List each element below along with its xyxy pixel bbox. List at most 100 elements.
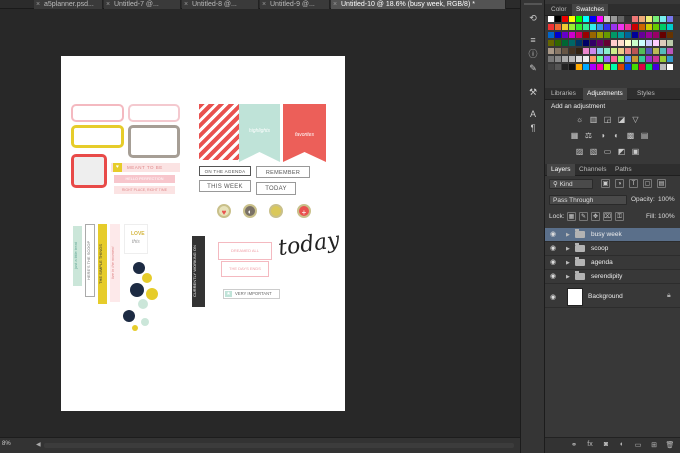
swatch[interactable] — [569, 48, 575, 54]
swatch[interactable] — [583, 56, 589, 62]
swatch[interactable] — [590, 48, 596, 54]
swatch[interactable] — [667, 32, 673, 38]
swatch[interactable] — [611, 48, 617, 54]
document-canvas[interactable]: ♥ MEANT TO BE HELLO PERFECTION RIGHT PLA… — [61, 56, 345, 411]
history-icon[interactable]: ⟲ — [526, 12, 540, 24]
visibility-eye-icon[interactable]: ◉ — [550, 245, 559, 252]
swatch[interactable] — [667, 24, 673, 30]
swatch-grid[interactable] — [548, 16, 676, 78]
swatch[interactable] — [590, 24, 596, 30]
close-icon[interactable]: × — [262, 0, 266, 9]
filter-pixel-icon[interactable]: ▣ — [601, 179, 610, 188]
swatch[interactable] — [653, 24, 659, 30]
lock-position-icon[interactable]: ✥ — [591, 212, 600, 221]
lock-image-icon[interactable]: ✎ — [579, 212, 588, 221]
character-icon[interactable]: A — [526, 108, 540, 120]
tab-channels[interactable]: Channels — [575, 164, 610, 176]
swatch[interactable] — [548, 56, 554, 62]
swatch[interactable] — [590, 56, 596, 62]
swatch[interactable] — [639, 24, 645, 30]
swatch[interactable] — [639, 48, 645, 54]
swatch[interactable] — [660, 56, 666, 62]
swatch[interactable] — [590, 32, 596, 38]
swatch[interactable] — [548, 40, 554, 46]
invert-icon[interactable]: ▨ — [575, 147, 584, 156]
layer-background[interactable]: ◉ Background 🔒︎ — [545, 286, 680, 308]
blend-mode-select[interactable]: Pass Through — [549, 195, 627, 205]
swatch[interactable] — [611, 56, 617, 62]
swatch[interactable] — [555, 40, 561, 46]
swatch[interactable] — [653, 40, 659, 46]
swatch[interactable] — [667, 64, 673, 70]
swatch[interactable] — [639, 40, 645, 46]
swatch[interactable] — [632, 16, 638, 22]
dock-grip[interactable] — [524, 3, 542, 5]
add-mask-icon[interactable]: ◙ — [601, 441, 611, 448]
tab-untitled-7[interactable]: × Untitled-7 @... — [104, 0, 181, 9]
filter-adjust-icon[interactable]: ◑ — [615, 179, 624, 188]
visibility-eye-icon[interactable]: ◉ — [550, 273, 559, 280]
swatch[interactable] — [576, 56, 582, 62]
swatch[interactable] — [562, 16, 568, 22]
tab-styles[interactable]: Styles — [633, 88, 659, 100]
swatch[interactable] — [583, 40, 589, 46]
swatch[interactable] — [562, 32, 568, 38]
swatch[interactable] — [569, 24, 575, 30]
swatch[interactable] — [653, 48, 659, 54]
color-balance-icon[interactable]: ⚖ — [584, 131, 593, 140]
swatch[interactable] — [576, 64, 582, 70]
tab-swatches[interactable]: Swatches — [572, 4, 609, 16]
swatch[interactable] — [646, 48, 652, 54]
black-white-icon[interactable]: ◑ — [598, 131, 607, 140]
kind-filter[interactable]: ⚲ Kind — [549, 179, 593, 189]
swatch[interactable] — [646, 24, 652, 30]
paragraph-icon[interactable]: ¶ — [526, 122, 540, 134]
swatch[interactable] — [569, 64, 575, 70]
close-icon[interactable]: × — [36, 0, 40, 9]
exposure-icon[interactable]: ◪ — [617, 115, 626, 124]
tab-layers[interactable]: Layers — [547, 164, 575, 176]
tab-untitled-10[interactable]: × Untitled-10 @ 18.6% (busy week, RGB/8) … — [331, 0, 506, 9]
swatch[interactable] — [618, 48, 624, 54]
swatch[interactable] — [590, 40, 596, 46]
swatch[interactable] — [632, 32, 638, 38]
swatch[interactable] — [618, 56, 624, 62]
swatch[interactable] — [639, 64, 645, 70]
brightness-icon[interactable]: ☼ — [575, 115, 584, 124]
swatch[interactable] — [660, 40, 666, 46]
filter-shape-icon[interactable]: ▢ — [643, 179, 652, 188]
swatch[interactable] — [576, 24, 582, 30]
horizontal-scrollbar[interactable] — [44, 443, 514, 448]
swatch[interactable] — [632, 24, 638, 30]
new-layer-icon[interactable]: ⊞ — [649, 441, 659, 449]
swatch[interactable] — [653, 32, 659, 38]
swatch[interactable] — [667, 56, 673, 62]
swatch[interactable] — [660, 32, 666, 38]
swatch[interactable] — [583, 16, 589, 22]
swatch[interactable] — [597, 16, 603, 22]
swatch[interactable] — [597, 48, 603, 54]
swatch[interactable] — [562, 56, 568, 62]
swatch[interactable] — [625, 56, 631, 62]
swatch[interactable] — [576, 16, 582, 22]
swatch[interactable] — [646, 56, 652, 62]
swatch[interactable] — [604, 40, 610, 46]
swatch[interactable] — [660, 16, 666, 22]
swatch[interactable] — [576, 48, 582, 54]
tab-untitled-8[interactable]: × Untitled-8 @... — [182, 0, 259, 9]
swatch[interactable] — [611, 24, 617, 30]
new-group-icon[interactable]: ▭ — [633, 441, 643, 449]
filter-type-icon[interactable]: T — [629, 179, 638, 188]
tab-a5planner[interactable]: × a5planner.psd... — [34, 0, 103, 9]
swatch[interactable] — [562, 64, 568, 70]
swatch[interactable] — [646, 16, 652, 22]
swatch[interactable] — [597, 64, 603, 70]
swatch[interactable] — [618, 24, 624, 30]
swatch[interactable] — [639, 56, 645, 62]
swatch[interactable] — [604, 64, 610, 70]
filter-smart-icon[interactable]: ▤ — [657, 179, 666, 188]
lock-transparent-icon[interactable]: ▦ — [567, 212, 576, 221]
swatch[interactable] — [548, 32, 554, 38]
swatch[interactable] — [632, 64, 638, 70]
close-icon[interactable]: × — [106, 0, 110, 9]
